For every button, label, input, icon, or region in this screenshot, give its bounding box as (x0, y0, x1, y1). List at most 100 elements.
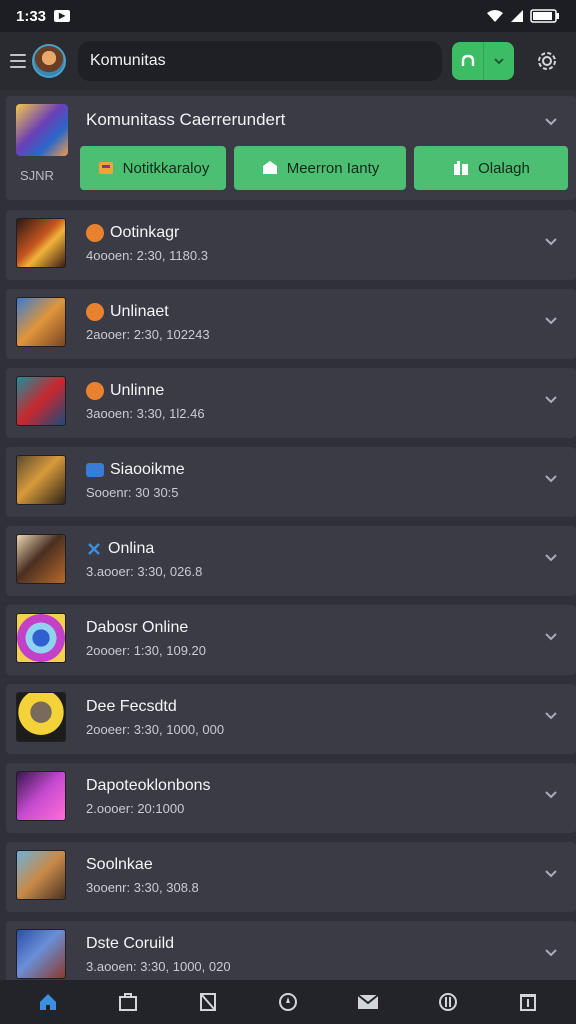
item-detail: 3aooen: 3:30, 1l2.46 (86, 406, 205, 421)
item-title: Siaooikme (86, 461, 185, 479)
item-title: Unlinne (86, 382, 164, 400)
circle-icon[interactable] (431, 985, 465, 1019)
folder-icon[interactable] (111, 985, 145, 1019)
chevron-down-icon[interactable] (544, 234, 558, 252)
app-header: Komunitas (0, 32, 576, 90)
chevron-down-icon[interactable] (544, 866, 558, 884)
chevron-down-icon[interactable] (544, 629, 558, 647)
item-detail: 2.oooer: 20:1000 (86, 801, 185, 816)
avatar[interactable] (32, 44, 66, 78)
status-badge (86, 382, 104, 400)
item-detail: 4oooen: 2:30, 1180.3 (86, 248, 208, 263)
notification-button-label: Notitkkaraloy (122, 159, 210, 177)
gift-icon (452, 159, 470, 177)
item-title: Ootinkagr (86, 224, 179, 242)
list-item[interactable]: Onlina 3.aooer: 3:30, 026.8 (6, 526, 576, 596)
member-button[interactable]: Meerron Ianty (234, 146, 406, 190)
list-item[interactable]: Dee Fecsdtd 2ooeer: 3:30, 1000, 000 (6, 684, 576, 754)
status-time: 1:33 (16, 7, 47, 25)
list-item[interactable]: Dapoteoklonbons 2.oooer: 20:1000 (6, 763, 576, 833)
headset-icon (452, 42, 484, 80)
mail-icon[interactable] (351, 985, 385, 1019)
bottom-navigation (0, 980, 576, 1024)
featured-subtitle: SJNR (20, 168, 54, 183)
list-item[interactable]: Soolnkae 3ooenr: 3:30, 308.8 (6, 842, 576, 912)
list-item[interactable]: Unlinne 3aooen: 3:30, 1l2.46 (6, 368, 576, 438)
join-button[interactable] (452, 42, 514, 80)
list-item[interactable]: Siaooikme Sooenr: 30 30:5 (6, 447, 576, 517)
featured-title: Komunitass Caerrerundert (86, 110, 286, 129)
gift-button-label: Olalagh (478, 159, 530, 177)
gift-button[interactable]: Olalagh (414, 146, 568, 190)
featured-community-card[interactable]: SJNR Komunitass Caerrerundert Notitkkara… (6, 96, 576, 200)
gear-icon[interactable] (534, 48, 560, 74)
item-detail: Sooenr: 30 30:5 (86, 485, 179, 500)
search-input[interactable]: Komunitas (78, 41, 442, 81)
search-input-value: Komunitas (90, 52, 166, 69)
item-name: Dee Fecsdtd (86, 698, 177, 715)
chevron-down-icon[interactable] (544, 392, 558, 410)
member-button-label: Meerron Ianty (286, 159, 380, 177)
x-icon (86, 541, 102, 557)
item-detail: 2aooer: 2:30, 102243 (86, 327, 210, 342)
item-detail: 3.aooen: 3:30, 1000, 020 (86, 959, 231, 974)
notification-button[interactable]: Notitkkaraloy (80, 146, 226, 190)
item-detail: 2ooeer: 3:30, 1000, 000 (86, 722, 225, 737)
chevron-down-icon[interactable] (544, 708, 558, 726)
item-name: Unlinne (110, 382, 165, 399)
item-name: Unlinaet (110, 303, 169, 320)
chevron-down-icon[interactable] (544, 471, 558, 489)
signal-icon (511, 10, 523, 22)
community-list: Ootinkagr 4oooen: 2:30, 1180.3 Unlinaet … (6, 210, 576, 1000)
item-name: Dapoteoklonbons (86, 777, 211, 794)
status-icons (486, 9, 560, 23)
featured-actions: Notitkkaraloy Meerron Ianty Olalagh (80, 146, 568, 190)
game-thumbnail (16, 613, 66, 663)
status-badge (86, 303, 104, 321)
status-badge (86, 463, 104, 477)
item-detail: 3ooenr: 3:30, 308.8 (86, 880, 199, 895)
list-item[interactable]: Dabosr Online 2oooer: 1:30, 109.20 (6, 605, 576, 675)
game-thumbnail (16, 929, 66, 979)
game-thumbnail (16, 850, 66, 900)
chevron-down-icon[interactable] (484, 42, 514, 80)
game-thumbnail (16, 376, 66, 426)
shield-icon (261, 159, 279, 177)
item-name: Onlina (108, 540, 155, 557)
wifi-icon (487, 10, 503, 22)
game-thumbnail (16, 218, 66, 268)
chevron-down-icon[interactable] (544, 787, 558, 805)
item-title: Dee Fecsdtd (86, 698, 177, 716)
list-item[interactable]: Ootinkagr 4oooen: 2:30, 1180.3 (6, 210, 576, 280)
battery-icon (530, 9, 559, 23)
game-thumbnail (16, 771, 66, 821)
item-title: Soolnkae (86, 856, 153, 874)
home-icon[interactable] (31, 985, 65, 1019)
item-detail: 2oooer: 1:30, 109.20 (86, 643, 206, 658)
status-bar: 1:33 ▶ (0, 0, 576, 32)
item-title: Dste Coruild (86, 935, 174, 953)
item-name: Siaooikme (110, 461, 185, 478)
compass-icon[interactable] (271, 985, 305, 1019)
chevron-down-icon[interactable] (544, 313, 558, 331)
game-thumbnail (16, 534, 66, 584)
app-notification-icon: ▶ (54, 10, 71, 22)
game-thumbnail (16, 692, 66, 742)
clipboard-icon[interactable] (511, 985, 545, 1019)
menu-icon[interactable] (10, 54, 26, 68)
chevron-down-icon[interactable] (544, 550, 558, 568)
item-name: Dste Coruild (86, 935, 175, 952)
item-title: Dabosr Online (86, 619, 188, 637)
chevron-down-icon[interactable] (544, 114, 558, 132)
item-name: Dabosr Online (86, 619, 189, 636)
featured-game-thumbnail (16, 104, 68, 156)
bookmark-icon[interactable] (191, 985, 225, 1019)
game-thumbnail (16, 455, 66, 505)
chevron-down-icon[interactable] (544, 945, 558, 963)
box-icon (97, 159, 115, 177)
item-title: Onlina (86, 540, 154, 558)
status-badge (86, 224, 104, 242)
item-title: Dapoteoklonbons (86, 777, 211, 795)
list-item[interactable]: Unlinaet 2aooer: 2:30, 102243 (6, 289, 576, 359)
item-detail: 3.aooer: 3:30, 026.8 (86, 564, 203, 579)
